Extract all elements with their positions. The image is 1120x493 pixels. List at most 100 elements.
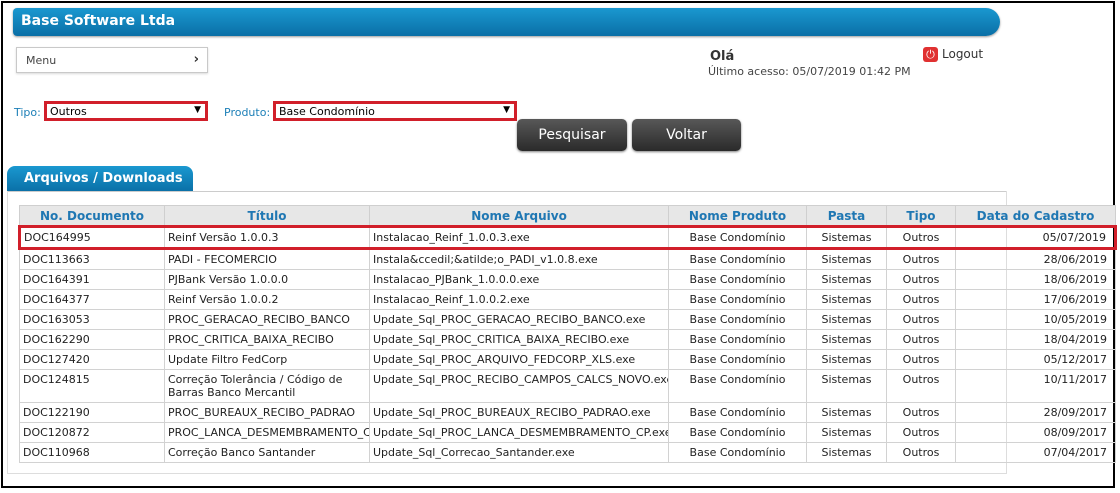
tipo-label: Tipo: [14, 106, 41, 119]
date-cell: 18/04/2019 [955, 329, 1116, 350]
filename-cell[interactable]: Instalacao_PJBank_1.0.0.0.exe [369, 269, 669, 290]
type-cell: Outros [886, 349, 956, 370]
folder-cell: Sistemas [806, 225, 887, 250]
column-header[interactable]: Título [164, 205, 370, 227]
folder-cell: Sistemas [806, 369, 887, 403]
date-cell: 10/11/2017 [955, 369, 1116, 403]
table-row[interactable]: DOC164377 Reinf Versão 1.0.0.2 Instalacao_… [19, 289, 1116, 310]
title-cell: PROC_BUREAUX_RECIBO_PADRAO [164, 402, 370, 423]
column-header[interactable]: Data do Cadastro [955, 205, 1116, 227]
table-row[interactable]: DOC163053 PROC_GERACAO_RECIBO_BANCO Update… [19, 309, 1116, 330]
product-cell: Base Condomínio [668, 442, 807, 463]
doc-number-cell: DOC113663 [19, 248, 165, 270]
app-header: Base Software Ltda [13, 8, 1000, 36]
chevron-down-icon: ▼ [194, 105, 201, 115]
filename-cell[interactable]: Update_Sql_Correcao_Santander.exe [369, 442, 669, 463]
filename-cell[interactable]: Update_Sql_PROC_RECIBO_CAMPOS_CALCS_NOVO… [369, 369, 669, 403]
doc-number-cell: DOC164995 [18, 225, 165, 250]
column-header[interactable]: Pasta [806, 205, 887, 227]
product-cell: Base Condomínio [668, 225, 807, 250]
table-row[interactable]: DOC120872 PROC_LANCA_DESMEMBRAMENTO_CP Upd… [19, 422, 1116, 443]
table-row[interactable]: DOC110968 Correção Banco Santander Update_… [19, 442, 1116, 463]
menu-button[interactable]: Menu › [16, 47, 208, 73]
filename-cell[interactable]: Update_Sql_PROC_GERACAO_RECIBO_BANCO.exe [369, 309, 669, 330]
title-cell: Update Filtro FedCorp [164, 349, 370, 370]
logout-label: Logout [942, 47, 984, 61]
folder-cell: Sistemas [806, 269, 887, 290]
table-row[interactable]: DOC162290 PROC_CRITICA_BAIXA_RECIBO Update… [19, 329, 1116, 350]
title-cell: PJBank Versão 1.0.0.0 [164, 269, 370, 290]
doc-number-cell: DOC124815 [19, 369, 165, 403]
date-cell: 10/05/2019 [955, 309, 1116, 330]
tipo-select[interactable]: Outros ▼ [44, 101, 208, 121]
title-cell: Reinf Versão 1.0.0.3 [164, 225, 370, 250]
table-row[interactable]: DOC113663 PADI - FECOMERCIO Instala&ccedil… [19, 248, 1116, 270]
product-cell: Base Condomínio [668, 329, 807, 350]
doc-number-cell: DOC162290 [19, 329, 165, 350]
title-cell: PROC_CRITICA_BAIXA_RECIBO [164, 329, 370, 350]
type-cell: Outros [886, 329, 956, 350]
search-button[interactable]: Pesquisar [517, 119, 627, 151]
produto-selected-value: Base Condomínio [279, 105, 375, 118]
product-cell: Base Condomínio [668, 349, 807, 370]
doc-number-cell: DOC164377 [19, 289, 165, 310]
title-cell: Reinf Versão 1.0.0.2 [164, 289, 370, 310]
type-cell: Outros [886, 402, 956, 423]
product-cell: Base Condomínio [668, 269, 807, 290]
filename-cell[interactable]: Instalacao_Reinf_1.0.0.3.exe [369, 225, 669, 250]
folder-cell: Sistemas [806, 309, 887, 330]
type-cell: Outros [886, 269, 956, 290]
filename-cell[interactable]: Update_Sql_PROC_BUREAUX_RECIBO_PADRAO.ex… [369, 402, 669, 423]
table-row[interactable]: DOC164995 Reinf Versão 1.0.0.3 Instalacao_… [18, 225, 1117, 250]
column-header[interactable]: No. Documento [19, 205, 165, 227]
downloads-table: No. Documento Título Nome Arquivo Nome P… [18, 205, 1117, 463]
type-cell: Outros [886, 248, 956, 270]
column-header[interactable]: Tipo [886, 205, 956, 227]
table-row[interactable]: DOC164391 PJBank Versão 1.0.0.0 Instalacao… [19, 269, 1116, 290]
produto-label: Produto: [224, 106, 271, 119]
title-cell: PADI - FECOMERCIO [164, 248, 370, 270]
product-cell: Base Condomínio [668, 402, 807, 423]
table-row[interactable]: DOC124815 Correção Tolerância / Código de… [19, 369, 1116, 403]
table-row[interactable]: DOC122190 PROC_BUREAUX_RECIBO_PADRAO Updat… [19, 402, 1116, 423]
date-cell: 17/06/2019 [955, 289, 1116, 310]
logout-link[interactable]: ⏻ Logout [923, 47, 983, 62]
folder-cell: Sistemas [806, 329, 887, 350]
folder-cell: Sistemas [806, 442, 887, 463]
date-cell: 28/09/2017 [955, 402, 1116, 423]
menu-label: Menu [26, 54, 57, 67]
title-cell: PROC_LANCA_DESMEMBRAMENTO_CP [164, 422, 370, 443]
type-cell: Outros [886, 369, 956, 403]
type-cell: Outros [886, 225, 956, 250]
date-cell: 18/06/2019 [955, 269, 1116, 290]
filename-cell[interactable]: Update_Sql_PROC_ARQUIVO_FEDCORP_XLS.exe [369, 349, 669, 370]
doc-number-cell: DOC110968 [19, 442, 165, 463]
chevron-down-icon: ▼ [503, 105, 510, 115]
tipo-selected-value: Outros [50, 105, 87, 118]
type-cell: Outros [886, 309, 956, 330]
product-cell: Base Condomínio [668, 248, 807, 270]
filename-cell[interactable]: Update_Sql_PROC_LANCA_DESMEMBRAMENTO_CP.… [369, 422, 669, 443]
folder-cell: Sistemas [806, 422, 887, 443]
product-cell: Base Condomínio [668, 309, 807, 330]
filename-cell[interactable]: Instalacao_Reinf_1.0.0.2.exe [369, 289, 669, 310]
doc-number-cell: DOC163053 [19, 309, 165, 330]
doc-number-cell: DOC164391 [19, 269, 165, 290]
produto-select[interactable]: Base Condomínio ▼ [273, 101, 517, 121]
power-icon: ⏻ [923, 47, 938, 62]
back-button[interactable]: Voltar [632, 119, 741, 151]
date-cell: 28/06/2019 [955, 248, 1116, 270]
filename-cell[interactable]: Instala&ccedil;&atilde;o_PADI_v1.0.8.exe [369, 248, 669, 270]
doc-number-cell: DOC120872 [19, 422, 165, 443]
user-greeting: Olá [710, 49, 735, 64]
folder-cell: Sistemas [806, 349, 887, 370]
table-row[interactable]: DOC127420 Update Filtro FedCorp Update_Sql… [19, 349, 1116, 370]
product-cell: Base Condomínio [668, 369, 807, 403]
filename-cell[interactable]: Update_Sql_PROC_CRITICA_BAIXA_RECIBO.exe [369, 329, 669, 350]
folder-cell: Sistemas [806, 289, 887, 310]
doc-number-cell: DOC127420 [19, 349, 165, 370]
column-header[interactable]: Nome Arquivo [369, 205, 669, 227]
tab-arquivos-downloads[interactable]: Arquivos / Downloads [7, 166, 193, 192]
column-header[interactable]: Nome Produto [668, 205, 807, 227]
type-cell: Outros [886, 289, 956, 310]
